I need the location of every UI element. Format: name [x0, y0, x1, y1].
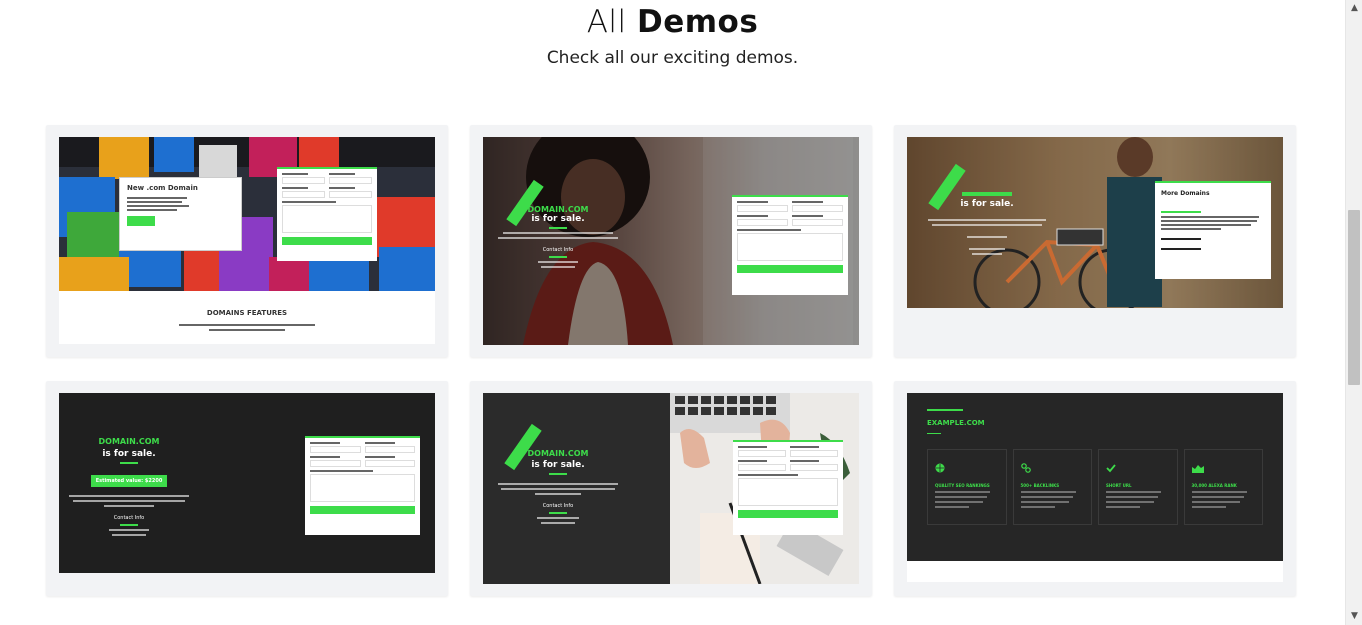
check-icon: [1106, 464, 1116, 473]
demo-card-3[interactable]: is for sale. More Domains: [894, 125, 1296, 357]
page-title: All Demos: [586, 4, 759, 40]
page-subtitle: Check all our exciting demos.: [546, 48, 799, 68]
domain-title-4: DOMAIN.COM is for sale. Estimated value:…: [59, 437, 199, 539]
proposal-form-2: [732, 195, 848, 295]
new-domain-box: New .com Domain: [119, 177, 242, 251]
feature-grid: QUALITY SEO RANKINGS 500+ BACKLINKS SHOR…: [927, 449, 1263, 525]
proposal-form-1: [277, 167, 377, 261]
demo-card-1[interactable]: New .com Domain DOMAINS FEATURES: [46, 125, 448, 357]
link-icon: [1020, 463, 1031, 473]
globe-icon: [935, 463, 945, 473]
proposal-form-4: [305, 436, 420, 535]
scroll-thumb[interactable]: [1348, 210, 1360, 385]
feature-alexa: 30,000 ALEXA RANK: [1183, 449, 1263, 525]
demo-thumbnail-3[interactable]: is for sale. More Domains: [907, 137, 1283, 308]
features-title: DOMAINS FEATURES: [206, 309, 288, 317]
proposal-form-5: [733, 440, 843, 535]
example-domain-title: EXAMPLE.COM: [927, 419, 985, 427]
demo-card-5[interactable]: DOMAIN.COM is for sale. Contact Info: [470, 381, 872, 596]
demo-card-4[interactable]: DOMAIN.COM is for sale. Estimated value:…: [46, 381, 448, 596]
demo-thumbnail-2[interactable]: DOMAIN.COM is for sale. Contact Info: [483, 137, 859, 345]
cubes-photo: [59, 137, 435, 291]
page-scrollbar[interactable]: ▲ ▼: [1345, 0, 1362, 625]
feature-short-url: SHORT URL: [1098, 449, 1178, 525]
demo-thumbnail-4[interactable]: DOMAIN.COM is for sale. Estimated value:…: [59, 393, 435, 573]
demo-thumbnail-5[interactable]: DOMAIN.COM is for sale. Contact Info: [483, 393, 859, 584]
feature-seo: QUALITY SEO RANKINGS: [927, 449, 1007, 525]
demo-thumbnail-1[interactable]: New .com Domain DOMAINS FEATURES: [59, 137, 435, 344]
scroll-up-icon[interactable]: ▲: [1346, 0, 1362, 17]
scroll-down-icon[interactable]: ▼: [1346, 608, 1362, 625]
section-heading: All Demos Check all our exciting demos.: [0, 4, 1345, 68]
demo-card-6[interactable]: EXAMPLE.COM QUALITY SEO RANKINGS 500+ BA…: [894, 381, 1296, 596]
domain-title-5: DOMAIN.COM is for sale. Contact Info: [483, 449, 633, 527]
demo-thumbnail-6[interactable]: EXAMPLE.COM QUALITY SEO RANKINGS 500+ BA…: [907, 393, 1283, 582]
chart-icon: [1191, 465, 1204, 473]
feature-backlinks: 500+ BACKLINKS: [1012, 449, 1092, 525]
domain-title-2: DOMAIN.COM is for sale. Contact Info: [483, 205, 633, 271]
domain-title-3: is for sale.: [927, 189, 1047, 258]
more-domains-box: More Domains: [1155, 181, 1271, 279]
demo-card-2[interactable]: DOMAIN.COM is for sale. Contact Info: [470, 125, 872, 357]
